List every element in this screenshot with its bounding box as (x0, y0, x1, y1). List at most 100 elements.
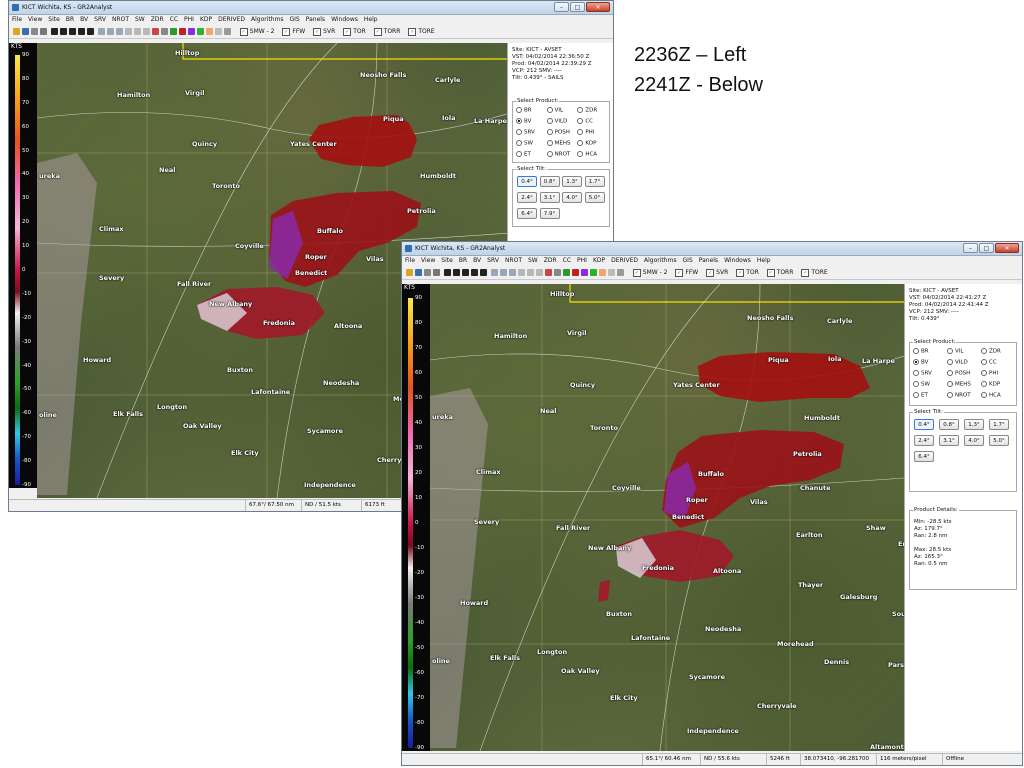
frame-icon[interactable] (223, 28, 231, 35)
product-radio-vil[interactable]: VIL (947, 348, 963, 355)
play-icon[interactable] (68, 28, 76, 35)
marker-tool-icon[interactable] (598, 269, 606, 276)
pan-icon[interactable] (490, 269, 498, 276)
minimize-button[interactable]: – (963, 243, 978, 253)
smw-checkbox[interactable]: ✓ SMW - 2 (239, 27, 274, 36)
tilt-button[interactable]: 2.4° (517, 192, 537, 203)
text-tool-icon[interactable] (607, 269, 615, 276)
menu-bv[interactable]: BV (80, 16, 88, 23)
h-marker-icon[interactable] (562, 269, 570, 276)
menu-view[interactable]: View (28, 16, 42, 23)
copy-icon[interactable] (424, 269, 431, 276)
marker-icon[interactable] (151, 28, 159, 35)
layers-icon[interactable] (508, 269, 516, 276)
product-radio-vild[interactable]: VILD (546, 118, 567, 125)
tilt-button[interactable]: 5.0° (989, 435, 1009, 446)
product-radio-et[interactable]: ET (913, 392, 928, 399)
product-radio-cc[interactable]: CC (981, 359, 997, 366)
product-radio-vil[interactable]: VIL (546, 107, 563, 114)
menu-sw[interactable]: SW (528, 257, 538, 264)
tilt-button[interactable]: 0.4° (914, 419, 934, 430)
color-table-icon[interactable] (571, 269, 579, 276)
product-radio-kdp[interactable]: KDP (577, 140, 597, 147)
tilt-button[interactable]: 4.0° (562, 192, 582, 203)
pan-icon[interactable] (97, 28, 105, 35)
open-folder-icon[interactable] (13, 28, 20, 35)
menu-site[interactable]: Site (441, 257, 453, 264)
tore-checkbox[interactable]: ✓ TORE (801, 268, 828, 277)
warning-triangle-icon[interactable] (580, 269, 588, 276)
menu-panels[interactable]: Panels (306, 16, 325, 23)
tore-checkbox[interactable]: ✓ TORE (408, 27, 435, 36)
menu-kdp[interactable]: KDP (200, 16, 212, 23)
stop-icon[interactable] (160, 28, 168, 35)
menu-phi[interactable]: PHI (184, 16, 194, 23)
product-radio-nrot[interactable]: NROT (947, 392, 971, 399)
tilt-button[interactable]: 2.4° (914, 435, 934, 446)
text-tool-icon[interactable] (214, 28, 222, 35)
site-icon[interactable] (22, 28, 29, 35)
menu-cc[interactable]: CC (563, 257, 571, 264)
product-radio-mehs[interactable]: MEHS (947, 381, 971, 388)
close-button[interactable]: ✕ (995, 243, 1019, 253)
menu-windows[interactable]: Windows (331, 16, 358, 23)
zoom-reset-icon[interactable] (142, 28, 150, 35)
next-frame-icon[interactable] (77, 28, 85, 35)
product-radio-zdr[interactable]: ZDR (577, 107, 597, 114)
zoom-out-icon[interactable] (526, 269, 534, 276)
next-frame-icon[interactable] (470, 269, 478, 276)
first-frame-icon[interactable] (443, 269, 451, 276)
close-button[interactable]: ✕ (586, 2, 610, 12)
product-radio-srv[interactable]: SRV (913, 370, 932, 377)
torr-checkbox[interactable]: ✓ TORR (373, 27, 400, 36)
previous-frame-icon[interactable] (452, 269, 460, 276)
menu-srv[interactable]: SRV (487, 257, 499, 264)
tilt-button[interactable]: 7.9° (539, 208, 560, 219)
menu-cc[interactable]: CC (170, 16, 178, 23)
menu-kdp[interactable]: KDP (593, 257, 605, 264)
svr-checkbox[interactable]: ✓ SVR (313, 27, 335, 36)
menu-gis[interactable]: GIS (683, 257, 693, 264)
measure-icon[interactable] (499, 269, 507, 276)
product-radio-phi[interactable]: PHI (981, 370, 998, 377)
product-radio-hca[interactable]: HCA (981, 392, 1001, 399)
green-triangle-icon[interactable] (196, 28, 204, 35)
menu-panels[interactable]: Panels (699, 257, 718, 264)
product-radio-kdp[interactable]: KDP (981, 381, 1000, 388)
tilt-button[interactable]: 5.0° (584, 192, 605, 203)
product-radio-bv[interactable]: BV (913, 359, 928, 366)
title-bar[interactable]: KICT Wichita, KS - GR2Analyst – □ ✕ (9, 1, 613, 15)
tilt-button[interactable]: 1.7° (989, 419, 1009, 430)
menu-br[interactable]: BR (459, 257, 467, 264)
marker-tool-icon[interactable] (205, 28, 213, 35)
product-radio-br[interactable]: BR (913, 348, 929, 355)
title-bar[interactable]: KICT Wichita, KS - GR2Analyst – □ ✕ (402, 242, 1022, 256)
menu-bv[interactable]: BV (473, 257, 481, 264)
product-radio-sw[interactable]: SW (913, 381, 930, 388)
product-radio-posh[interactable]: POSH (947, 370, 970, 377)
previous-frame-icon[interactable] (59, 28, 67, 35)
menu-algorithms[interactable]: Algorithms (251, 16, 284, 23)
tilt-button[interactable]: 1.3° (562, 176, 582, 187)
menu-site[interactable]: Site (48, 16, 60, 23)
tilt-button[interactable]: 4.0° (964, 435, 984, 446)
menu-nrot[interactable]: NROT (112, 16, 129, 23)
product-radio-nrot[interactable]: NROT (546, 151, 570, 158)
menu-windows[interactable]: Windows (724, 257, 751, 264)
color-table-icon[interactable] (178, 28, 186, 35)
tor-checkbox[interactable]: ✓ TOR (736, 268, 759, 277)
zoom-reset-icon[interactable] (535, 269, 543, 276)
product-radio-cc[interactable]: CC (577, 118, 593, 125)
tilt-button[interactable]: 3.1° (539, 192, 560, 203)
refresh-icon[interactable] (433, 269, 440, 276)
menu-help[interactable]: Help (364, 16, 378, 23)
svr-checkbox[interactable]: ✓ SVR (706, 268, 728, 277)
refresh-icon[interactable] (40, 28, 47, 35)
menu-derived[interactable]: DERIVED (218, 16, 245, 23)
ffw-checkbox[interactable]: ✓ FFW (282, 27, 305, 36)
maximize-button[interactable]: □ (570, 2, 585, 12)
menu-file[interactable]: File (12, 16, 22, 23)
product-radio-hca[interactable]: HCA (577, 151, 597, 158)
tilt-button[interactable]: 3.1° (939, 435, 959, 446)
last-frame-icon[interactable] (479, 269, 487, 276)
